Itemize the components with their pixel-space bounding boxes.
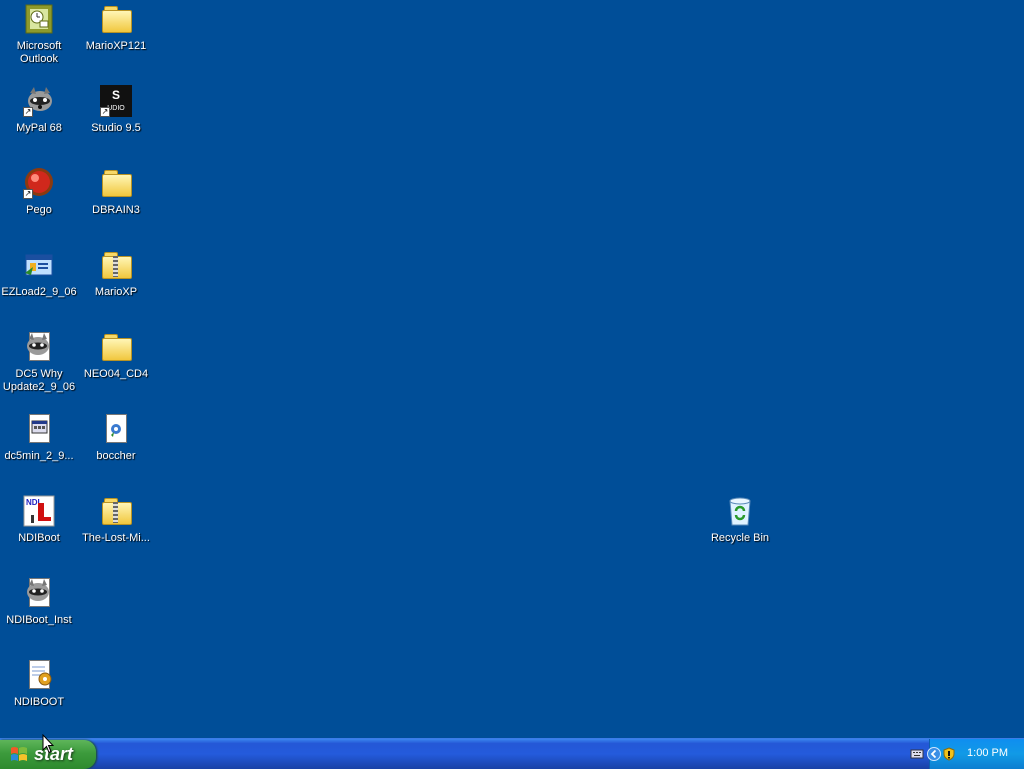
desktop-icon-label: NDIBOOT (13, 696, 65, 708)
desktop-icon-marioxp[interactable]: MarioXP (77, 249, 155, 299)
desktop-icon-label: Recycle Bin (710, 532, 770, 544)
svg-text:NDI: NDI (26, 498, 40, 507)
desktop-icon-label: Studio 9.5 (91, 122, 141, 134)
desktop-icon-dbrain3[interactable]: DBRAIN3 (77, 167, 155, 217)
desktop-icon-label: Microsoft Outlook (16, 40, 62, 65)
shortcut-arrow-icon: ↗ (23, 107, 33, 117)
red-ball-shortcut-icon: ↗ (23, 167, 55, 199)
show-hidden-icons-icon[interactable] (927, 747, 941, 761)
desktop-icon-dc5min[interactable]: dc5min_2_9... (0, 413, 78, 463)
desktop-icon-microsoft-outlook[interactable]: Microsoft Outlook (0, 3, 78, 66)
desktop-icon-dc5-why-update[interactable]: DC5 Why Update2_9_06 (0, 331, 78, 394)
desktop-icon-mypal-68[interactable]: ↗ MyPal 68 (0, 85, 78, 135)
zip-folder-icon (100, 249, 132, 281)
desktop-icon-label: MarioXP121 (85, 40, 147, 52)
desktop-icon-recycle-bin[interactable]: Recycle Bin (701, 495, 779, 545)
desktop-icon-label: NDIBoot (18, 532, 60, 544)
desktop-icon-label: Pego (26, 204, 52, 216)
recycle-bin-icon (724, 495, 756, 527)
windows-logo-icon (11, 747, 27, 761)
ndiboot-icon: NDI (23, 495, 55, 527)
ezload-window-icon (23, 249, 55, 281)
desktop-icon-ezload2-9-06[interactable]: EZLoad2_9_06 (0, 249, 78, 299)
desktop-icon-ndiboot[interactable]: NDI NDIBoot (0, 495, 78, 545)
outlook-icon (23, 3, 55, 35)
shortcut-arrow-icon: ↗ (23, 189, 33, 199)
desktop-icon-boccher[interactable]: boccher (77, 413, 155, 463)
raccoon-shortcut-icon: ↗ (23, 85, 55, 117)
desktop-icon-ndiboot-inst[interactable]: NDIBoot_Inst (0, 577, 78, 627)
zip-folder-icon (100, 495, 132, 527)
shortcut-arrow-icon: ↗ (100, 107, 110, 117)
desktop: Microsoft Outlook MarioXP121 ↗ MyPal 68 S… (0, 0, 1024, 738)
svg-text:S: S (112, 88, 120, 102)
mouse-cursor-icon (42, 734, 54, 754)
desktop-icon-ndiboot-text[interactable]: NDIBOOT (0, 659, 78, 709)
desktop-icon-label: boccher (96, 450, 136, 462)
desktop-icon-pego[interactable]: ↗ Pego (0, 167, 78, 217)
folder-icon (100, 167, 132, 199)
desktop-icon-studio-9-5[interactable]: S UDIO ↗ Studio 9.5 (77, 85, 155, 135)
folder-icon (100, 331, 132, 363)
keyboard-icon[interactable] (910, 747, 924, 761)
desktop-icon-label: dc5min_2_9... (4, 450, 74, 462)
desktop-icon-label: The-Lost-Mi... (82, 532, 150, 544)
desktop-icon-marioxp121[interactable]: MarioXP121 (77, 3, 155, 53)
clock[interactable]: 1:00 PM (967, 747, 1008, 759)
taskbar: start 1:00 PM (0, 738, 1024, 769)
raccoon-document-icon (23, 577, 55, 609)
desktop-icon-label: NEO04_CD4 (83, 368, 149, 380)
application-document-icon (23, 413, 55, 445)
desktop-icon-neo04-cd4[interactable]: NEO04_CD4 (77, 331, 155, 381)
media-document-icon (100, 413, 132, 445)
desktop-icon-label: MarioXP (94, 286, 138, 298)
notepad-gear-icon (23, 659, 55, 691)
desktop-icon-label: NDIBoot_Inst (6, 614, 72, 626)
studio-shortcut-icon: S UDIO ↗ (100, 85, 132, 117)
desktop-icon-the-lost-mi[interactable]: The-Lost-Mi... (77, 495, 155, 545)
system-tray: 1:00 PM (910, 739, 1024, 769)
desktop-icon-label: MyPal 68 (16, 122, 62, 134)
raccoon-document-icon (23, 331, 55, 363)
desktop-icon-label: DBRAIN3 (92, 204, 140, 216)
security-shield-icon[interactable] (942, 747, 956, 761)
folder-icon (100, 3, 132, 35)
desktop-icon-label: DC5 Why Update2_9_06 (2, 368, 76, 393)
desktop-icon-label: EZLoad2_9_06 (1, 286, 77, 298)
